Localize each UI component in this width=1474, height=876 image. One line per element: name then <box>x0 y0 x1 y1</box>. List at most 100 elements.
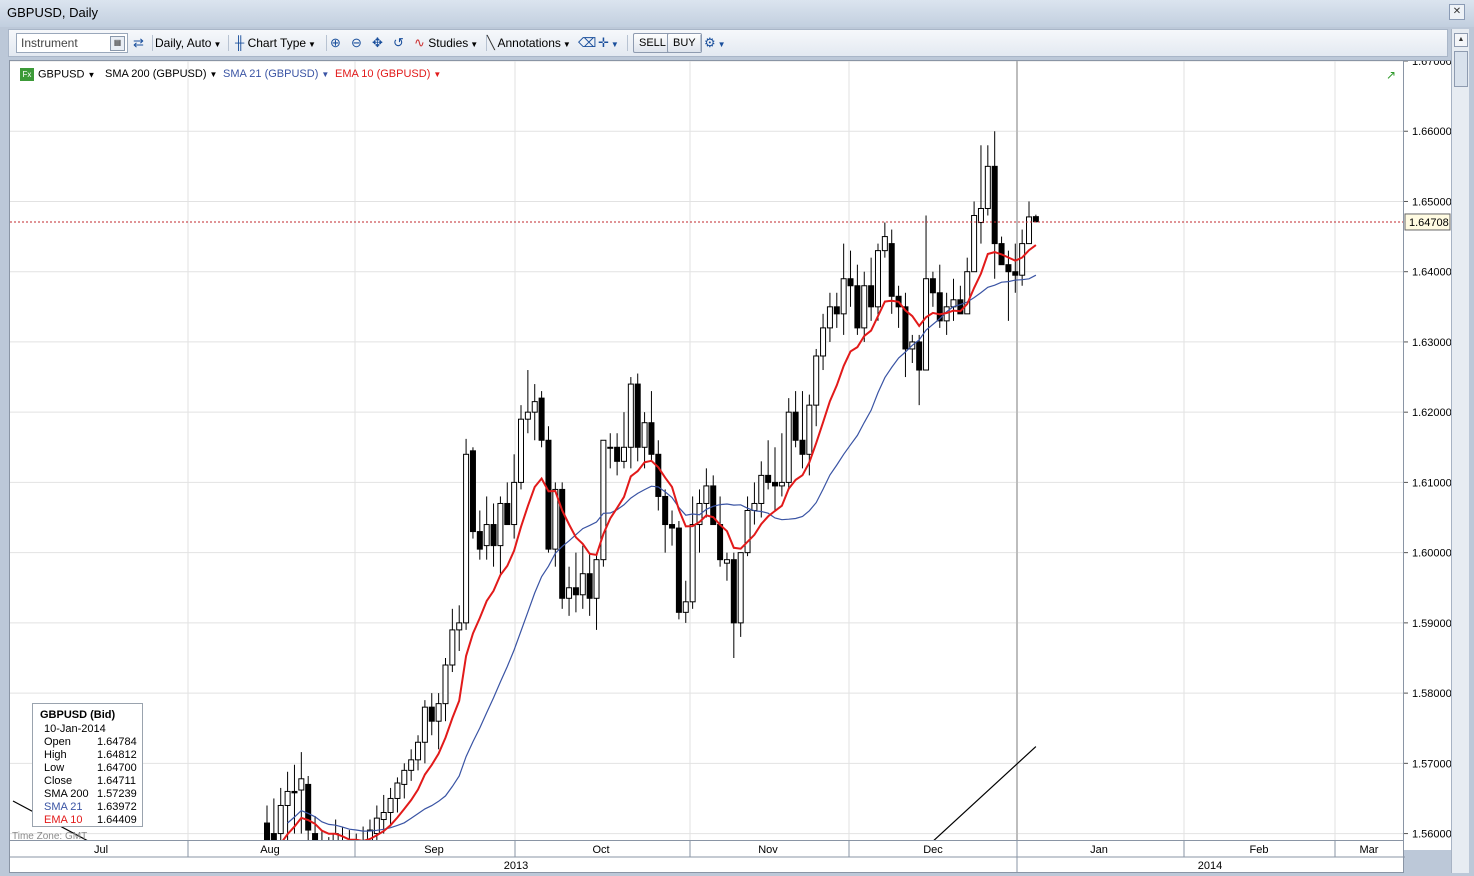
chart-toolbar: Instrument ▦ ⇄ Daily, Auto▼ ╫ Chart Type… <box>8 29 1448 57</box>
candle-body <box>917 342 922 370</box>
annotations-dropdown[interactable]: ╲ Annotations▼ <box>487 33 571 53</box>
toolbar-divider <box>326 35 327 51</box>
candle-body <box>470 451 475 532</box>
candle-body <box>841 279 846 314</box>
data-row-value: 1.64700 <box>97 762 137 774</box>
fit-icon[interactable]: ✥ <box>372 33 383 53</box>
candle-body <box>731 560 736 623</box>
candle-body <box>292 791 297 792</box>
candle-body <box>670 525 675 529</box>
window-title: GBPUSD, Daily <box>7 5 98 20</box>
price-tick-label: 1.63000 <box>1412 337 1451 349</box>
candle-body <box>759 475 764 503</box>
scale-label: Auto <box>187 36 212 50</box>
candle-body <box>773 482 778 486</box>
legend-sma200[interactable]: SMA 200 (GBPUSD) ▼ <box>105 68 217 80</box>
candle-body <box>395 783 400 798</box>
month-label: Jul <box>94 844 108 856</box>
candle-body <box>1006 265 1011 272</box>
instrument-placeholder: Instrument <box>21 36 78 50</box>
price-tick-label: 1.58000 <box>1412 688 1451 700</box>
scrollbar-thumb[interactable] <box>1454 51 1468 87</box>
legend-sma21[interactable]: SMA 21 (GBPUSD) ▼ <box>223 68 329 80</box>
data-row-value: 1.63972 <box>97 801 137 813</box>
studies-icon: ∿ <box>414 33 425 53</box>
zoom-in-icon[interactable]: ⊕ <box>330 33 341 53</box>
price-tick-label: 1.59000 <box>1412 618 1451 630</box>
candle-body <box>690 525 695 602</box>
studies-label: Studies <box>428 36 468 50</box>
price-tick-label: 1.64000 <box>1412 267 1451 279</box>
zoom-out-icon[interactable]: ⊖ <box>351 33 362 53</box>
candle-body <box>443 665 448 704</box>
candle-body <box>978 208 983 222</box>
studies-dropdown[interactable]: ∿ Studies▼ <box>414 33 478 53</box>
legend-ema10[interactable]: EMA 10 (GBPUSD) ▼ <box>335 68 441 80</box>
month-label: Nov <box>758 844 778 856</box>
vertical-scrollbar[interactable]: ▲ <box>1451 29 1469 873</box>
data-row-label: SMA 200 <box>44 788 89 800</box>
price-axis[interactable]: 1.560001.570001.580001.590001.600001.610… <box>1404 60 1451 850</box>
candle-body <box>1013 272 1018 276</box>
toolbar-divider <box>228 35 229 51</box>
data-row-close: Close1.64711 <box>44 775 140 788</box>
price-axis-svg: 1.560001.570001.580001.590001.600001.610… <box>1404 61 1451 851</box>
candle-body <box>573 588 578 595</box>
instrument-picker-icon[interactable]: ▦ <box>110 36 125 51</box>
candle-body <box>985 166 990 208</box>
data-row-value: 1.57239 <box>97 788 137 800</box>
data-row-high: High1.64812 <box>44 749 140 762</box>
price-tick-label: 1.60000 <box>1412 548 1451 560</box>
candle-body <box>265 823 270 841</box>
ema10-line <box>274 245 1036 841</box>
month-label: Oct <box>592 844 609 856</box>
candle-body <box>608 447 613 448</box>
buy-button[interactable]: BUY <box>667 33 702 53</box>
window-close-button[interactable]: ✕ <box>1449 4 1465 20</box>
data-row-value: 1.64711 <box>97 775 136 787</box>
compare-icon[interactable]: ⇄ <box>133 33 144 53</box>
data-row-ema10: EMA 101.64409 <box>44 814 140 827</box>
legend-symbol-label: GBPUSD <box>38 68 84 80</box>
candle-body <box>532 402 537 413</box>
candle-body <box>814 356 819 405</box>
price-tick-label: 1.66000 <box>1412 126 1451 138</box>
candle-body <box>519 419 524 482</box>
candle-body <box>807 405 812 454</box>
time-axis[interactable]: JulAugSepOctNovDecJanFebMar20132014 <box>9 841 1404 873</box>
chevron-down-icon: ▼ <box>470 40 478 49</box>
legend-sma21-label: SMA 21 (GBPUSD) <box>223 68 318 80</box>
data-row-label: Low <box>44 762 64 774</box>
candle-body <box>663 496 668 524</box>
settings-icon[interactable]: ⚙▼ <box>704 33 726 53</box>
toolbar-divider <box>627 35 628 51</box>
period-dropdown[interactable]: Daily, Auto▼ <box>155 33 221 53</box>
scroll-up-icon[interactable]: ▲ <box>1454 33 1468 47</box>
crosshair-icon[interactable]: ✛▼ <box>598 33 619 53</box>
eraser-icon[interactable]: ⌫ <box>578 33 596 53</box>
candle-body <box>724 560 729 564</box>
candle-body <box>313 834 318 841</box>
instrument-input[interactable]: Instrument ▦ <box>16 33 128 53</box>
candle-body <box>628 384 633 447</box>
chevron-down-icon: ▼ <box>611 40 619 49</box>
reset-icon[interactable]: ↺ <box>393 33 404 53</box>
price-link-icon[interactable]: ↗ <box>1386 68 1396 82</box>
chart-type-dropdown[interactable]: ╫ Chart Type▼ <box>235 33 316 53</box>
candle-body <box>875 251 880 307</box>
candle-body <box>800 440 805 454</box>
legend-symbol[interactable]: FxGBPUSD ▼ <box>20 68 95 81</box>
year-label: 2013 <box>504 860 528 872</box>
month-label: Sep <box>424 844 444 856</box>
month-label: Feb <box>1250 844 1269 856</box>
price-tick-label: 1.67000 <box>1412 61 1451 68</box>
candle-body <box>539 398 544 440</box>
chart-plot-area[interactable] <box>9 60 1404 841</box>
data-row-label: EMA 10 <box>44 814 83 826</box>
candle-body <box>821 328 826 356</box>
candle-body <box>621 447 626 461</box>
candle-body <box>848 279 853 286</box>
candle-body <box>827 307 832 328</box>
candle-body <box>683 602 688 613</box>
candle-body <box>738 553 743 623</box>
